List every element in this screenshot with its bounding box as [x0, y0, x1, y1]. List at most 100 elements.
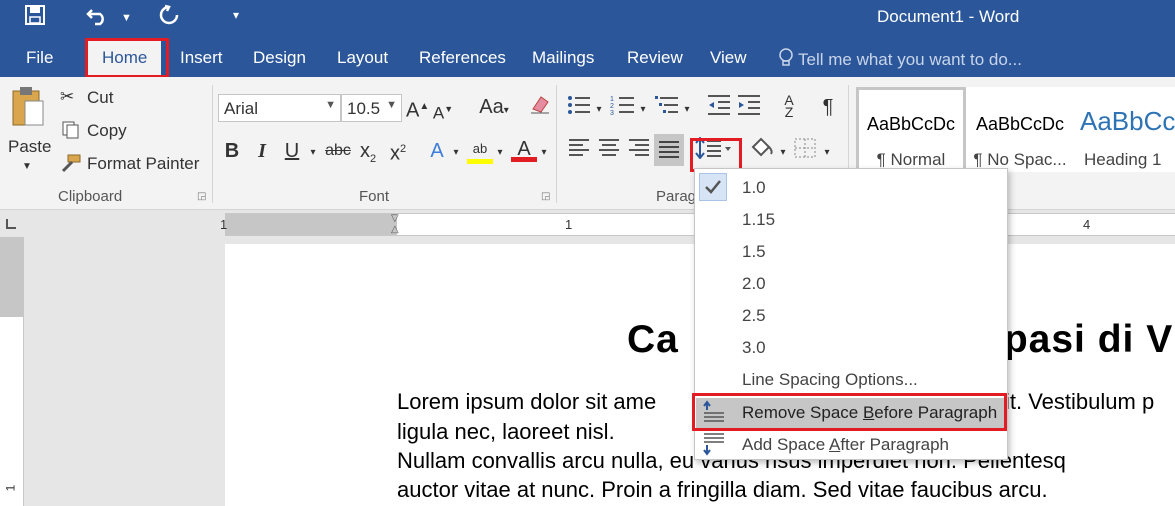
svg-text:3: 3: [610, 110, 614, 116]
copy-icon[interactable]: [61, 120, 81, 145]
decrease-indent-icon[interactable]: [706, 94, 732, 124]
paste-button[interactable]: Paste: [8, 137, 51, 157]
add-after-b: A: [828, 435, 841, 454]
text-effects-icon[interactable]: A: [425, 137, 449, 165]
line-spacing-options-link[interactable]: Line Spacing Options...: [742, 370, 918, 390]
title-bar: ▼ ▾ Document1 - Word: [0, 0, 1175, 34]
tab-stop-icon[interactable]: [6, 219, 16, 229]
line-spacing-option-2-5[interactable]: 2.5: [742, 306, 766, 326]
tab-view[interactable]: View: [710, 48, 747, 68]
shading-icon[interactable]: [748, 135, 778, 167]
undo-dropdown-icon[interactable]: ▼: [121, 6, 132, 30]
style-heading-1[interactable]: AaBbCc Heading 1: [1074, 87, 1175, 172]
copy-button[interactable]: Copy: [87, 121, 127, 141]
subscript-icon[interactable]: x2: [357, 137, 379, 173]
underline-icon[interactable]: U: [281, 137, 303, 165]
chevron-down-icon: ▼: [386, 99, 397, 111]
paste-icon[interactable]: [8, 85, 48, 129]
font-color-dropdown-icon[interactable]: ▾: [539, 139, 549, 167]
increase-indent-icon[interactable]: [736, 94, 762, 124]
body-line-1-left: Lorem ipsum dolor sit ame: [397, 389, 657, 414]
align-right-icon[interactable]: [626, 137, 652, 167]
add-space-after-button[interactable]: Add Space After Paragraph: [742, 435, 949, 455]
italic-icon[interactable]: I: [251, 137, 273, 165]
line-spacing-option-3-0[interactable]: 3.0: [742, 338, 766, 358]
numbering-dropdown-icon[interactable]: ▾: [638, 96, 648, 124]
ruler-margin: [225, 214, 397, 235]
tab-design[interactable]: Design: [253, 48, 306, 68]
format-painter-button[interactable]: Format Painter: [87, 154, 199, 174]
bold-icon[interactable]: B: [221, 137, 243, 165]
heading-right: pasi di V: [1003, 318, 1174, 361]
justify-icon[interactable]: [654, 134, 684, 166]
cut-button[interactable]: Cut: [87, 88, 113, 108]
line-spacing-option-1-5[interactable]: 1.5: [742, 242, 766, 262]
align-left-icon[interactable]: [566, 137, 592, 167]
style-no-spacing-name: ¶ No Spac...: [973, 150, 1067, 169]
style-no-spacing[interactable]: AaBbCcDc ¶ No Spac...: [966, 87, 1074, 172]
underline-dropdown-icon[interactable]: ▾: [307, 139, 319, 167]
tab-home[interactable]: Home: [88, 39, 162, 77]
lightbulb-icon: [779, 48, 793, 66]
sort-icon[interactable]: AZ: [777, 93, 801, 119]
style-normal[interactable]: AaBbCcDc ¶ Normal: [856, 87, 966, 172]
remove-before-c: efore Paragraph: [874, 403, 998, 422]
separator: [556, 85, 557, 203]
format-painter-icon[interactable]: [60, 153, 82, 178]
ruler-margin: [0, 237, 24, 317]
tell-me-search[interactable]: Tell me what you want to do...: [778, 48, 1022, 70]
tab-references[interactable]: References: [419, 48, 506, 68]
first-line-indent-icon[interactable]: ▽: [391, 213, 399, 224]
undo-icon[interactable]: [86, 4, 110, 32]
ruler-number: 1: [3, 484, 18, 492]
font-size-value: 10.5: [347, 99, 381, 118]
tab-layout[interactable]: Layout: [337, 48, 388, 68]
font-launcher-icon[interactable]: ◲: [541, 191, 550, 202]
text-effects-dropdown-icon[interactable]: ▾: [451, 139, 461, 167]
line-spacing-option-1-15[interactable]: 1.15: [742, 210, 775, 230]
clear-formatting-icon[interactable]: [528, 93, 552, 123]
save-icon[interactable]: [24, 4, 46, 32]
numbering-icon[interactable]: 123: [610, 94, 636, 124]
borders-icon[interactable]: [792, 137, 818, 167]
ruler-corner: [0, 212, 225, 237]
tab-file[interactable]: File: [26, 48, 53, 68]
highlight-dropdown-icon[interactable]: ▾: [495, 139, 505, 167]
vertical-ruler[interactable]: 1: [0, 237, 24, 506]
align-center-icon[interactable]: [596, 137, 622, 167]
ruler-number: 1: [565, 217, 573, 232]
bullets-dropdown-icon[interactable]: ▾: [594, 96, 604, 124]
add-after-c: fter Paragraph: [840, 435, 949, 454]
line-spacing-option-1-0[interactable]: 1.0: [742, 178, 766, 198]
shrink-font-icon[interactable]: A▼: [432, 95, 454, 128]
line-spacing-option-2-0[interactable]: 2.0: [742, 274, 766, 294]
multilevel-list-icon[interactable]: [654, 94, 680, 124]
check-icon: [699, 173, 727, 201]
change-case-button[interactable]: Aa▾: [474, 93, 514, 125]
redo-icon[interactable]: [158, 4, 180, 32]
shading-dropdown-icon[interactable]: ▾: [778, 139, 788, 167]
superscript-icon[interactable]: x2: [387, 135, 409, 168]
tab-review[interactable]: Review: [627, 48, 683, 68]
hanging-indent-icon[interactable]: △: [391, 224, 399, 235]
paste-dropdown-icon[interactable]: ▼: [22, 161, 32, 172]
font-name-combo[interactable]: Arial ▼: [218, 94, 341, 122]
bullets-icon[interactable]: [566, 94, 592, 124]
strikethrough-icon[interactable]: abc: [323, 137, 353, 165]
line-spacing-icon[interactable]: [694, 136, 734, 167]
tab-insert[interactable]: Insert: [180, 48, 223, 68]
show-formatting-marks-icon[interactable]: ¶: [816, 93, 840, 121]
grow-font-icon[interactable]: A▲: [406, 93, 429, 125]
tab-mailings[interactable]: Mailings: [532, 48, 594, 68]
borders-dropdown-icon[interactable]: ▾: [822, 139, 832, 167]
highlight-color-icon[interactable]: ab: [467, 135, 493, 164]
clipboard-launcher-icon[interactable]: ◲: [197, 191, 206, 202]
remove-space-before-button[interactable]: Remove Space Before Paragraph: [742, 403, 997, 423]
separator: [212, 85, 213, 203]
customize-qat-icon[interactable]: ▾: [233, 3, 239, 27]
font-size-combo[interactable]: 10.5 ▼: [341, 94, 402, 122]
font-color-icon[interactable]: A: [511, 135, 537, 162]
multilevel-dropdown-icon[interactable]: ▾: [682, 96, 692, 124]
style-normal-name: ¶ Normal: [876, 150, 946, 169]
cut-icon[interactable]: ✂: [60, 87, 74, 107]
